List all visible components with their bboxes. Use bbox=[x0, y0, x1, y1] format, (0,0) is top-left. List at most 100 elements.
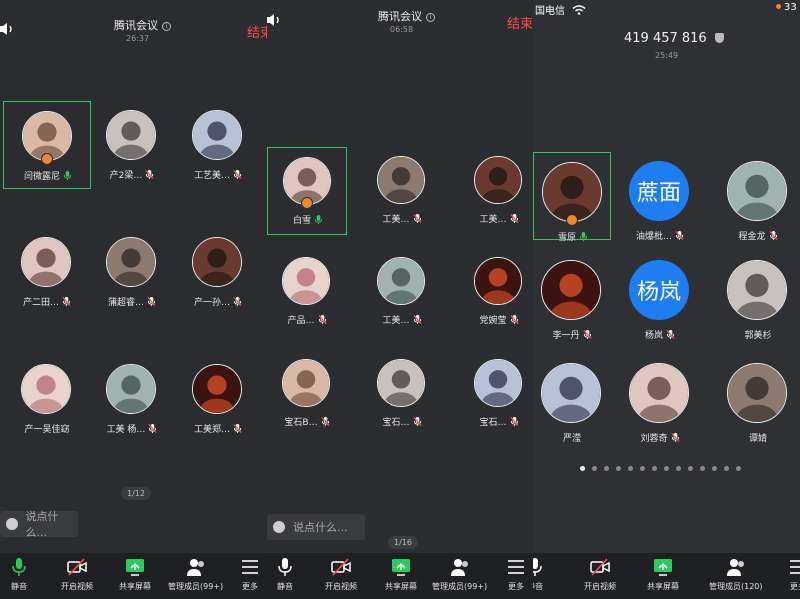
participant-tile[interactable]: 蔗面 油爆枇… bbox=[621, 152, 699, 242]
participant-name: 蒲超睿… bbox=[107, 298, 144, 308]
avatar-image-icon bbox=[107, 365, 155, 413]
start-video-button[interactable]: 开启视频 bbox=[325, 557, 357, 592]
participant-name-row: 工美郑… bbox=[174, 422, 262, 435]
participant-tile[interactable]: 工艺美… bbox=[174, 101, 262, 189]
page-dot[interactable] bbox=[616, 466, 621, 471]
participant-tile[interactable]: 工美… bbox=[362, 248, 442, 336]
participant-name: 白雪 bbox=[292, 216, 311, 226]
meeting-title[interactable]: 腾讯会议 i bbox=[378, 8, 435, 24]
page-dot[interactable] bbox=[712, 466, 717, 471]
meeting-title[interactable]: 腾讯会议 i bbox=[114, 17, 171, 33]
participant-tile[interactable]: 严滢 bbox=[533, 354, 611, 444]
avatar bbox=[282, 257, 330, 305]
speaker-icon[interactable] bbox=[267, 13, 283, 27]
speaker-icon[interactable] bbox=[0, 22, 16, 36]
page-dot[interactable] bbox=[592, 466, 597, 471]
participant-name: 郭美杉 bbox=[744, 331, 772, 341]
participant-name-row: 雪原 bbox=[534, 230, 612, 243]
participant-tile[interactable]: 工美… bbox=[459, 147, 533, 235]
page-dot[interactable] bbox=[676, 466, 681, 471]
start-video-button[interactable]: 开启视频 bbox=[584, 557, 616, 592]
page-dot[interactable] bbox=[652, 466, 657, 471]
participant-tile[interactable]: 谭婧 bbox=[719, 354, 797, 444]
mic-active-icon bbox=[63, 171, 72, 180]
page-indicator: 1/12 bbox=[121, 487, 151, 500]
more-menu-icon bbox=[508, 560, 524, 574]
manage-members-button[interactable]: 管理成员(120) bbox=[709, 557, 763, 592]
page-dot[interactable] bbox=[688, 466, 693, 471]
participant-tile[interactable]: 郭美杉 bbox=[719, 251, 797, 341]
more-button[interactable]: 更多 bbox=[240, 557, 260, 592]
participant-tile[interactable]: 工美… bbox=[362, 147, 442, 235]
participant-name: 李一丹 bbox=[552, 331, 580, 341]
participant-name-row: 宝石… bbox=[459, 415, 533, 428]
page-dot[interactable] bbox=[604, 466, 609, 471]
share-screen-icon bbox=[654, 559, 672, 576]
participant-tile[interactable]: 工美郑… bbox=[174, 355, 262, 443]
participant-name: 闫微露尼 bbox=[23, 172, 60, 182]
participant-tile[interactable]: 党婉莹 bbox=[459, 248, 533, 336]
start-video-button[interactable]: 开启视频 bbox=[61, 557, 93, 592]
share-screen-button[interactable]: 共享屏幕 bbox=[385, 557, 417, 592]
manage-members-button-label: 管理成员(99+) bbox=[168, 582, 224, 591]
end-meeting-button[interactable]: 结束 bbox=[247, 22, 267, 41]
participant-tile[interactable]: 雪原 bbox=[533, 152, 612, 243]
page-dots[interactable] bbox=[580, 466, 748, 471]
mute-button[interactable]: 静音 bbox=[533, 557, 545, 592]
page-dot[interactable] bbox=[736, 466, 741, 471]
participant-tile[interactable]: 宝石… bbox=[362, 350, 442, 438]
chat-input[interactable]: 说点什么... bbox=[0, 510, 78, 539]
avatar-image-icon bbox=[378, 360, 424, 406]
participant-tile[interactable]: 李一丹 bbox=[533, 251, 611, 341]
meeting-id[interactable]: 419 457 816 bbox=[624, 31, 724, 46]
avatar bbox=[541, 363, 601, 423]
more-button[interactable]: 更多 bbox=[506, 557, 526, 592]
page-dot[interactable] bbox=[700, 466, 705, 471]
participant-tile[interactable]: 蒲超睿… bbox=[88, 228, 176, 316]
chat-input[interactable]: 说点什么... bbox=[267, 514, 365, 540]
avatar-image-icon bbox=[193, 365, 241, 413]
participant-tile[interactable]: 宝石B… bbox=[267, 350, 347, 438]
manage-members-button[interactable]: 管理成员(99+) bbox=[168, 557, 223, 592]
participant-tile[interactable]: 工美 杨… bbox=[88, 355, 176, 443]
page-dot[interactable] bbox=[628, 466, 633, 471]
more-button-label: 更多 bbox=[242, 582, 258, 591]
mute-button[interactable]: 静音 bbox=[275, 557, 295, 592]
participant-tile[interactable]: 白雪 bbox=[267, 147, 347, 235]
avatar: 杨岚 bbox=[629, 260, 689, 320]
participant-name-row: 产二田… bbox=[3, 295, 91, 308]
avatar bbox=[474, 359, 522, 407]
share-screen-button[interactable]: 共享屏幕 bbox=[119, 557, 151, 592]
page-dot[interactable] bbox=[724, 466, 729, 471]
participant-tile[interactable]: 宝石… bbox=[459, 350, 533, 438]
participant-tile[interactable]: 程金龙 bbox=[719, 152, 797, 242]
info-icon[interactable]: i bbox=[426, 13, 435, 22]
start-video-button-label: 开启视频 bbox=[325, 582, 357, 591]
participant-tile[interactable]: 产品… bbox=[267, 248, 347, 336]
mute-button[interactable]: 静音 bbox=[9, 557, 29, 592]
page-dot[interactable] bbox=[664, 466, 669, 471]
participant-tile[interactable]: 产一吴佳窈 bbox=[3, 355, 91, 443]
more-button[interactable]: 更多 bbox=[788, 557, 800, 592]
end-meeting-button[interactable]: 结束 bbox=[507, 13, 533, 32]
mic-muted-icon bbox=[675, 231, 684, 240]
participant-name-row: 郭美杉 bbox=[719, 328, 797, 341]
participant-tile[interactable]: 产2梁… bbox=[88, 101, 176, 189]
manage-members-button[interactable]: 管理成员(99+) bbox=[432, 557, 487, 592]
participant-tile[interactable]: 闫微露尼 bbox=[3, 101, 91, 189]
info-icon[interactable]: i bbox=[162, 22, 171, 31]
participant-name-row: 产一孙… bbox=[174, 295, 262, 308]
participant-tile[interactable]: 产一孙… bbox=[174, 228, 262, 316]
host-badge-icon bbox=[41, 153, 53, 165]
participant-name: 党婉莹 bbox=[479, 316, 507, 326]
avatar-image-icon bbox=[542, 364, 600, 422]
page-dot[interactable] bbox=[640, 466, 645, 471]
page-dot[interactable] bbox=[580, 466, 585, 471]
avatar-image-icon bbox=[728, 261, 786, 319]
emoji-icon[interactable] bbox=[6, 518, 18, 530]
participant-tile[interactable]: 刘蓉奇 bbox=[621, 354, 699, 444]
emoji-icon[interactable] bbox=[273, 521, 285, 533]
participant-tile[interactable]: 杨岚 杨岚 bbox=[621, 251, 699, 341]
share-screen-button[interactable]: 共享屏幕 bbox=[647, 557, 679, 592]
participant-tile[interactable]: 产二田… bbox=[3, 228, 91, 316]
